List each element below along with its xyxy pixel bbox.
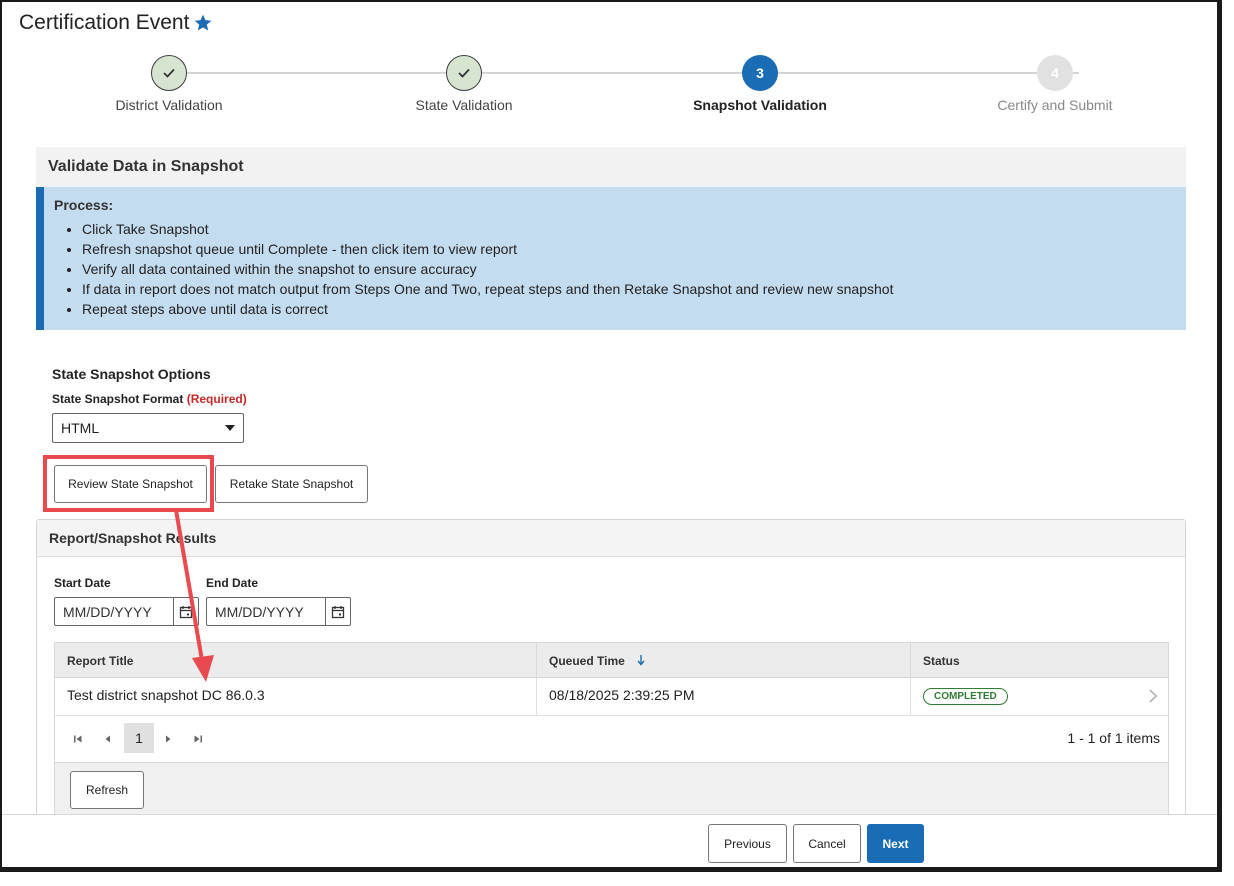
end-date-field[interactable]: MM/DD/YYYY: [206, 597, 351, 626]
content-area: District Validation State Validation 3 S…: [19, 44, 1202, 814]
start-date-label: Start Date: [54, 576, 111, 590]
column-header-status[interactable]: Status: [911, 643, 1170, 678]
report-title-cell[interactable]: Test district snapshot DC 86.0.3: [55, 678, 537, 716]
process-title: Process:: [54, 197, 114, 213]
next-button[interactable]: Next: [867, 824, 924, 863]
process-list: Click Take Snapshot Refresh snapshot que…: [82, 219, 893, 319]
current-page[interactable]: 1: [124, 723, 154, 753]
previous-page-icon[interactable]: [98, 729, 118, 749]
table-row[interactable]: Test district snapshot DC 86.0.3 08/18/2…: [55, 678, 1168, 716]
process-item: Refresh snapshot queue until Complete - …: [82, 239, 893, 259]
pagination: 1 1 - 1 of 1 items: [55, 716, 1168, 762]
start-date-input[interactable]: MM/DD/YYYY: [63, 604, 152, 620]
section-title: Validate Data in Snapshot: [48, 158, 244, 175]
step-2-label[interactable]: State Validation: [344, 97, 584, 113]
process-item: Click Take Snapshot: [82, 219, 893, 239]
favorite-star-icon[interactable]: [193, 13, 213, 33]
previous-button[interactable]: Previous: [708, 824, 787, 863]
progress-stepper: District Validation State Validation 3 S…: [19, 44, 1202, 139]
start-date-field[interactable]: MM/DD/YYYY: [54, 597, 199, 626]
retake-state-snapshot-button[interactable]: Retake State Snapshot: [215, 465, 368, 503]
results-title: Report/Snapshot Results: [49, 530, 217, 546]
first-page-icon[interactable]: [68, 729, 88, 749]
annotation-highlight-box: [43, 455, 214, 512]
format-label: State Snapshot Format (Required): [52, 392, 247, 406]
snapshot-options-title: State Snapshot Options: [52, 366, 211, 382]
results-panel: Report/Snapshot Results Start Date MM/DD…: [36, 519, 1186, 814]
title-bar: Certification Event: [2, 2, 1217, 44]
grid-footer: Refresh: [55, 762, 1168, 814]
end-date-label: End Date: [206, 576, 259, 590]
app-window: Certification Event District Validation …: [0, 0, 1222, 872]
snapshot-results-grid: Report Title Queued Time Status Test dis…: [54, 642, 1169, 814]
snapshot-format-select[interactable]: HTML: [52, 413, 244, 443]
check-icon: [458, 68, 470, 78]
process-item: If data in report does not match output …: [82, 279, 893, 299]
check-icon: [163, 68, 175, 78]
step-2-circle[interactable]: [446, 55, 482, 91]
step-1-label[interactable]: District Validation: [49, 97, 289, 113]
caret-down-icon: [225, 425, 235, 431]
format-select-value: HTML: [61, 420, 100, 436]
process-item: Repeat steps above until data is correct: [82, 299, 893, 319]
sort-descending-icon: [637, 655, 645, 666]
step-3-circle[interactable]: 3: [742, 55, 778, 91]
process-info-box: Process: Click Take Snapshot Refresh sna…: [36, 187, 1186, 330]
footer-bar: Previous Cancel Next: [2, 814, 1217, 867]
pagination-count: 1 - 1 of 1 items: [1067, 730, 1160, 746]
process-item: Verify all data contained within the sna…: [82, 259, 893, 279]
last-page-icon[interactable]: [188, 729, 208, 749]
chevron-right-icon[interactable]: [1148, 688, 1158, 704]
grid-header: Report Title Queued Time Status: [55, 643, 1168, 678]
step-3-label[interactable]: Snapshot Validation: [640, 97, 880, 113]
status-cell: COMPLETED: [911, 678, 1170, 716]
page-title: Certification Event: [19, 11, 190, 34]
stepper-track: [169, 72, 1079, 74]
next-page-icon[interactable]: [158, 729, 178, 749]
queued-time-cell: 08/18/2025 2:39:25 PM: [537, 678, 911, 716]
results-header: Report/Snapshot Results: [37, 520, 1185, 557]
queued-time-header-text: Queued Time: [549, 654, 625, 668]
cancel-button[interactable]: Cancel: [793, 824, 861, 863]
step-4-circle: 4: [1037, 55, 1073, 91]
status-badge: COMPLETED: [923, 688, 1008, 705]
step-4-label: Certify and Submit: [997, 97, 1113, 113]
end-date-input[interactable]: MM/DD/YYYY: [215, 604, 304, 620]
refresh-button[interactable]: Refresh: [70, 771, 144, 809]
calendar-icon[interactable]: [173, 598, 198, 625]
format-label-text: State Snapshot Format: [52, 392, 184, 406]
step-1-circle[interactable]: [151, 55, 187, 91]
required-indicator: (Required): [186, 392, 247, 406]
column-header-queued-time[interactable]: Queued Time: [537, 643, 911, 678]
column-header-report-title[interactable]: Report Title: [55, 643, 537, 678]
section-header: Validate Data in Snapshot: [36, 147, 1186, 187]
calendar-icon[interactable]: [325, 598, 350, 625]
